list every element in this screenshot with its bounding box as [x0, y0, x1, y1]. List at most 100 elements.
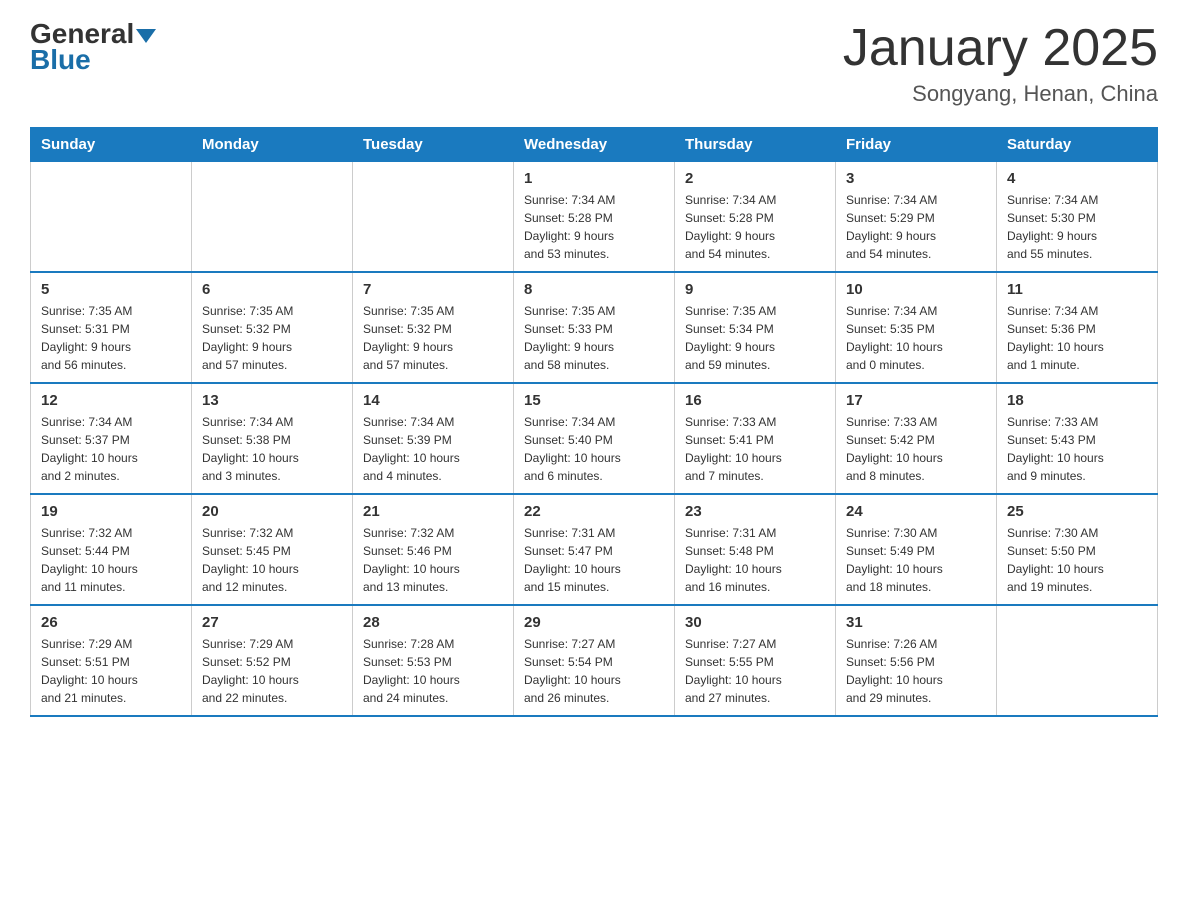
- calendar-cell: 21 Sunrise: 7:32 AM Sunset: 5:46 PM Dayli…: [353, 494, 514, 605]
- calendar-cell: 10 Sunrise: 7:34 AM Sunset: 5:35 PM Dayli…: [836, 272, 997, 383]
- day-number: 14: [363, 392, 503, 409]
- day-number: 8: [524, 281, 664, 298]
- day-number: 28: [363, 614, 503, 631]
- column-header-monday: Monday: [192, 128, 353, 162]
- day-info: Sunrise: 7:29 AM Sunset: 5:51 PM Dayligh…: [41, 635, 181, 707]
- day-info: Sunrise: 7:34 AM Sunset: 5:37 PM Dayligh…: [41, 413, 181, 485]
- column-header-sunday: Sunday: [31, 128, 192, 162]
- day-info: Sunrise: 7:32 AM Sunset: 5:46 PM Dayligh…: [363, 524, 503, 596]
- calendar-subtitle: Songyang, Henan, China: [843, 81, 1158, 107]
- column-header-wednesday: Wednesday: [514, 128, 675, 162]
- day-number: 27: [202, 614, 342, 631]
- calendar-cell: 2 Sunrise: 7:34 AM Sunset: 5:28 PM Daylig…: [675, 162, 836, 273]
- day-number: 26: [41, 614, 181, 631]
- calendar-cell: 29 Sunrise: 7:27 AM Sunset: 5:54 PM Dayli…: [514, 605, 675, 716]
- calendar-cell: 23 Sunrise: 7:31 AM Sunset: 5:48 PM Dayli…: [675, 494, 836, 605]
- day-info: Sunrise: 7:35 AM Sunset: 5:31 PM Dayligh…: [41, 302, 181, 374]
- calendar-cell: 3 Sunrise: 7:34 AM Sunset: 5:29 PM Daylig…: [836, 162, 997, 273]
- calendar-cell: [192, 162, 353, 273]
- day-info: Sunrise: 7:34 AM Sunset: 5:35 PM Dayligh…: [846, 302, 986, 374]
- week-row-5: 26 Sunrise: 7:29 AM Sunset: 5:51 PM Dayli…: [31, 605, 1158, 716]
- column-header-friday: Friday: [836, 128, 997, 162]
- day-info: Sunrise: 7:33 AM Sunset: 5:41 PM Dayligh…: [685, 413, 825, 485]
- calendar-cell: 24 Sunrise: 7:30 AM Sunset: 5:49 PM Dayli…: [836, 494, 997, 605]
- calendar-header-row: SundayMondayTuesdayWednesdayThursdayFrid…: [31, 128, 1158, 162]
- day-number: 22: [524, 503, 664, 520]
- day-info: Sunrise: 7:30 AM Sunset: 5:49 PM Dayligh…: [846, 524, 986, 596]
- day-info: Sunrise: 7:34 AM Sunset: 5:40 PM Dayligh…: [524, 413, 664, 485]
- day-info: Sunrise: 7:26 AM Sunset: 5:56 PM Dayligh…: [846, 635, 986, 707]
- calendar-cell: 22 Sunrise: 7:31 AM Sunset: 5:47 PM Dayli…: [514, 494, 675, 605]
- day-info: Sunrise: 7:34 AM Sunset: 5:38 PM Dayligh…: [202, 413, 342, 485]
- calendar-cell: 16 Sunrise: 7:33 AM Sunset: 5:41 PM Dayli…: [675, 383, 836, 494]
- calendar-cell: 18Sunrise: 7:33 AM Sunset: 5:43 PM Dayli…: [997, 383, 1158, 494]
- day-info: Sunrise: 7:31 AM Sunset: 5:47 PM Dayligh…: [524, 524, 664, 596]
- day-number: 18: [1007, 392, 1147, 409]
- day-info: Sunrise: 7:34 AM Sunset: 5:28 PM Dayligh…: [685, 191, 825, 263]
- day-number: 3: [846, 170, 986, 187]
- day-number: 31: [846, 614, 986, 631]
- column-header-saturday: Saturday: [997, 128, 1158, 162]
- day-info: Sunrise: 7:35 AM Sunset: 5:33 PM Dayligh…: [524, 302, 664, 374]
- calendar-cell: 11Sunrise: 7:34 AM Sunset: 5:36 PM Dayli…: [997, 272, 1158, 383]
- day-number: 24: [846, 503, 986, 520]
- day-number: 29: [524, 614, 664, 631]
- calendar-cell: 25Sunrise: 7:30 AM Sunset: 5:50 PM Dayli…: [997, 494, 1158, 605]
- calendar-cell: 28 Sunrise: 7:28 AM Sunset: 5:53 PM Dayli…: [353, 605, 514, 716]
- week-row-4: 19 Sunrise: 7:32 AM Sunset: 5:44 PM Dayli…: [31, 494, 1158, 605]
- day-number: 30: [685, 614, 825, 631]
- day-info: Sunrise: 7:35 AM Sunset: 5:32 PM Dayligh…: [363, 302, 503, 374]
- calendar-body: 1 Sunrise: 7:34 AM Sunset: 5:28 PM Daylig…: [31, 162, 1158, 717]
- day-info: Sunrise: 7:30 AM Sunset: 5:50 PM Dayligh…: [1007, 524, 1147, 596]
- day-info: Sunrise: 7:34 AM Sunset: 5:39 PM Dayligh…: [363, 413, 503, 485]
- calendar-cell: 9Sunrise: 7:35 AM Sunset: 5:34 PM Daylig…: [675, 272, 836, 383]
- calendar-cell: 13 Sunrise: 7:34 AM Sunset: 5:38 PM Dayli…: [192, 383, 353, 494]
- day-info: Sunrise: 7:31 AM Sunset: 5:48 PM Dayligh…: [685, 524, 825, 596]
- logo: General Blue: [30, 20, 156, 74]
- calendar-table: SundayMondayTuesdayWednesdayThursdayFrid…: [30, 127, 1158, 717]
- day-number: 16: [685, 392, 825, 409]
- title-block: January 2025 Songyang, Henan, China: [843, 20, 1158, 107]
- calendar-cell: 31 Sunrise: 7:26 AM Sunset: 5:56 PM Dayli…: [836, 605, 997, 716]
- day-number: 1: [524, 170, 664, 187]
- logo-blue-text: Blue: [30, 46, 91, 74]
- calendar-cell: 20 Sunrise: 7:32 AM Sunset: 5:45 PM Dayli…: [192, 494, 353, 605]
- calendar-cell: [997, 605, 1158, 716]
- day-info: Sunrise: 7:34 AM Sunset: 5:28 PM Dayligh…: [524, 191, 664, 263]
- day-info: Sunrise: 7:34 AM Sunset: 5:30 PM Dayligh…: [1007, 191, 1147, 263]
- day-number: 21: [363, 503, 503, 520]
- calendar-cell: 14 Sunrise: 7:34 AM Sunset: 5:39 PM Dayli…: [353, 383, 514, 494]
- calendar-cell: 4Sunrise: 7:34 AM Sunset: 5:30 PM Daylig…: [997, 162, 1158, 273]
- day-number: 19: [41, 503, 181, 520]
- day-number: 23: [685, 503, 825, 520]
- calendar-cell: 12 Sunrise: 7:34 AM Sunset: 5:37 PM Dayli…: [31, 383, 192, 494]
- day-number: 11: [1007, 281, 1147, 298]
- day-info: Sunrise: 7:27 AM Sunset: 5:55 PM Dayligh…: [685, 635, 825, 707]
- calendar-cell: 8 Sunrise: 7:35 AM Sunset: 5:33 PM Daylig…: [514, 272, 675, 383]
- day-number: 13: [202, 392, 342, 409]
- day-number: 20: [202, 503, 342, 520]
- calendar-title: January 2025: [843, 20, 1158, 77]
- day-info: Sunrise: 7:32 AM Sunset: 5:44 PM Dayligh…: [41, 524, 181, 596]
- page-header: General Blue January 2025 Songyang, Hena…: [30, 20, 1158, 107]
- calendar-cell: 27Sunrise: 7:29 AM Sunset: 5:52 PM Dayli…: [192, 605, 353, 716]
- day-number: 5: [41, 281, 181, 298]
- calendar-cell: 30 Sunrise: 7:27 AM Sunset: 5:55 PM Dayli…: [675, 605, 836, 716]
- calendar-cell: 15 Sunrise: 7:34 AM Sunset: 5:40 PM Dayli…: [514, 383, 675, 494]
- day-info: Sunrise: 7:27 AM Sunset: 5:54 PM Dayligh…: [524, 635, 664, 707]
- week-row-3: 12 Sunrise: 7:34 AM Sunset: 5:37 PM Dayli…: [31, 383, 1158, 494]
- logo-arrow-icon: [136, 29, 156, 43]
- day-number: 2: [685, 170, 825, 187]
- week-row-1: 1 Sunrise: 7:34 AM Sunset: 5:28 PM Daylig…: [31, 162, 1158, 273]
- calendar-cell: 1 Sunrise: 7:34 AM Sunset: 5:28 PM Daylig…: [514, 162, 675, 273]
- calendar-cell: [31, 162, 192, 273]
- day-info: Sunrise: 7:34 AM Sunset: 5:29 PM Dayligh…: [846, 191, 986, 263]
- column-header-tuesday: Tuesday: [353, 128, 514, 162]
- week-row-2: 5 Sunrise: 7:35 AM Sunset: 5:31 PM Daylig…: [31, 272, 1158, 383]
- day-number: 12: [41, 392, 181, 409]
- day-number: 10: [846, 281, 986, 298]
- day-info: Sunrise: 7:28 AM Sunset: 5:53 PM Dayligh…: [363, 635, 503, 707]
- day-number: 15: [524, 392, 664, 409]
- calendar-cell: 5 Sunrise: 7:35 AM Sunset: 5:31 PM Daylig…: [31, 272, 192, 383]
- day-info: Sunrise: 7:32 AM Sunset: 5:45 PM Dayligh…: [202, 524, 342, 596]
